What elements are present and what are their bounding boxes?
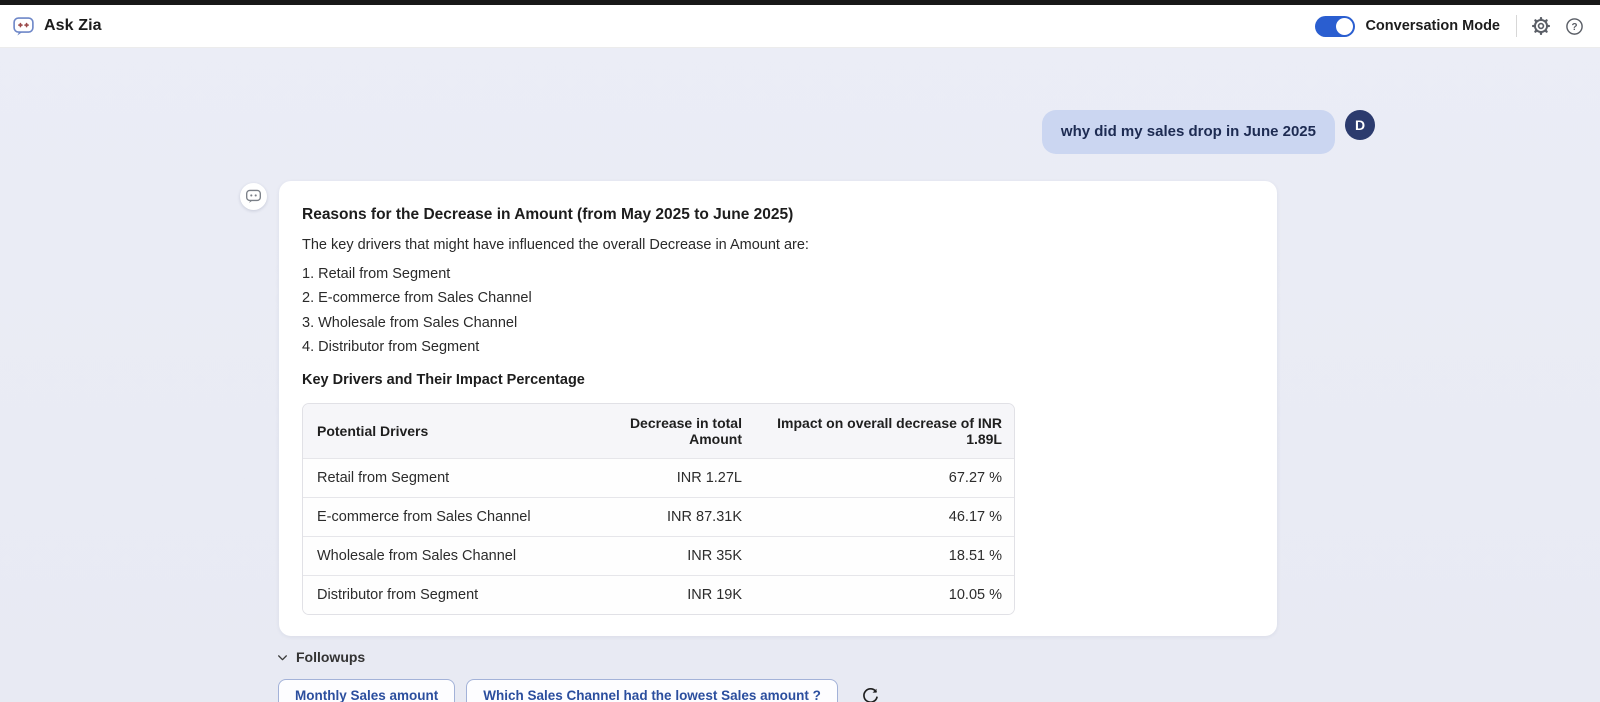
zia-face-icon: [245, 188, 262, 205]
table-row: Distributor from SegmentINR 19K10.05 %: [303, 575, 1015, 614]
refresh-followups-button[interactable]: [861, 686, 880, 702]
table-cell: 10.05 %: [756, 575, 1015, 614]
answer-intro: The key drivers that might have influenc…: [302, 237, 1254, 253]
table-heading: Key Drivers and Their Impact Percentage: [302, 372, 1254, 388]
table-row: E-commerce from Sales ChannelINR 87.31K4…: [303, 497, 1015, 536]
driver-list-item: 1. Retail from Segment: [302, 262, 1254, 286]
help-icon[interactable]: ?: [1565, 17, 1584, 36]
table-cell: INR 87.31K: [561, 497, 756, 536]
driver-list-item: 4. Distributor from Segment: [302, 335, 1254, 359]
table-cell: INR 35K: [561, 536, 756, 575]
table-cell: 67.27 %: [756, 458, 1015, 497]
zia-bubble-icon: [12, 15, 35, 38]
app-header: Ask Zia Conversation Mode: [0, 5, 1600, 48]
table-cell: INR 1.27L: [561, 458, 756, 497]
chevron-down-icon: [276, 651, 289, 664]
table-cell: Wholesale from Sales Channel: [303, 536, 561, 575]
table-row: Retail from SegmentINR 1.27L67.27 %: [303, 458, 1015, 497]
chat-area: why did my sales drop in June 2025 D Rea…: [0, 48, 1600, 702]
assistant-answer-card: Reasons for the Decrease in Amount (from…: [279, 181, 1277, 636]
followups-toggle[interactable]: Followups: [276, 649, 365, 665]
refresh-icon: [861, 686, 880, 702]
table-column-header: Potential Drivers: [303, 404, 561, 459]
table-cell: 18.51 %: [756, 536, 1015, 575]
user-message-row: why did my sales drop in June 2025 D: [0, 110, 1600, 154]
table-column-header: Impact on overall decrease of INR 1.89L: [756, 404, 1015, 459]
table-row: Wholesale from Sales ChannelINR 35K18.51…: [303, 536, 1015, 575]
followup-chips-row: Monthly Sales amount Which Sales Channel …: [278, 679, 880, 702]
table-cell: Retail from Segment: [303, 458, 561, 497]
toggle-knob: [1336, 18, 1353, 35]
page-title: Ask Zia: [44, 17, 102, 35]
zia-bot-avatar: [240, 183, 267, 210]
table-cell: INR 19K: [561, 575, 756, 614]
conversation-mode-toggle[interactable]: [1315, 16, 1355, 37]
table-cell: 46.17 %: [756, 497, 1015, 536]
followup-chip[interactable]: Monthly Sales amount: [278, 679, 455, 702]
user-message-bubble: why did my sales drop in June 2025: [1042, 110, 1335, 154]
svg-text:?: ?: [1571, 21, 1577, 32]
conversation-mode-label: Conversation Mode: [1365, 18, 1500, 34]
driver-list-item: 2. E-commerce from Sales Channel: [302, 286, 1254, 310]
header-divider: [1516, 15, 1517, 37]
answer-title: Reasons for the Decrease in Amount (from…: [302, 206, 1254, 224]
followup-chip[interactable]: Which Sales Channel had the lowest Sales…: [466, 679, 838, 702]
settings-gear-icon[interactable]: [1531, 16, 1551, 36]
table-column-header: Decrease in total Amount: [561, 404, 756, 459]
table-header-row: Potential DriversDecrease in total Amoun…: [303, 404, 1015, 459]
table-cell: Distributor from Segment: [303, 575, 561, 614]
drivers-list: 1. Retail from Segment2. E-commerce from…: [302, 262, 1254, 360]
table-cell: E-commerce from Sales Channel: [303, 497, 561, 536]
followups-label: Followups: [296, 649, 365, 665]
driver-list-item: 3. Wholesale from Sales Channel: [302, 311, 1254, 335]
user-avatar: D: [1345, 110, 1375, 140]
impact-table: Potential DriversDecrease in total Amoun…: [302, 403, 1015, 615]
